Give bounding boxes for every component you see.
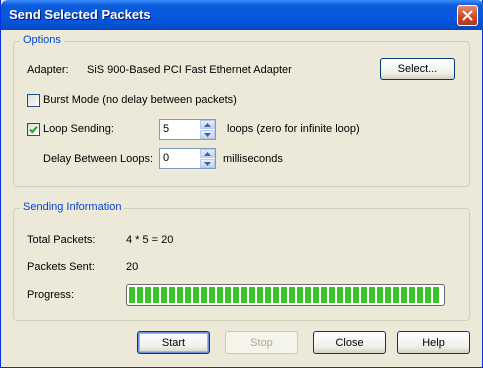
burst-mode-label[interactable]: Burst Mode (no delay between packets) — [43, 94, 237, 106]
delay-label: Delay Between Loops: — [43, 153, 154, 165]
title-bar: Send Selected Packets — [1, 0, 483, 30]
arrow-up-icon — [204, 151, 211, 156]
window-title: Send Selected Packets — [9, 7, 151, 22]
progress-segment — [393, 287, 399, 303]
loop-sending-checkbox[interactable] — [27, 123, 40, 136]
options-legend: Options — [20, 34, 64, 46]
help-button[interactable]: Help — [397, 331, 470, 354]
progress-segment — [345, 287, 351, 303]
progress-segment — [249, 287, 255, 303]
progress-fill — [129, 287, 439, 303]
arrow-up-icon — [204, 122, 211, 127]
progress-segment — [297, 287, 303, 303]
packets-sent-label: Packets Sent: — [27, 261, 95, 273]
progress-segment — [385, 287, 391, 303]
progress-segment — [369, 287, 375, 303]
loop-sending-label[interactable]: Loop Sending: — [43, 123, 114, 135]
progress-segment — [161, 287, 167, 303]
progress-segment — [129, 287, 135, 303]
progress-segment — [377, 287, 383, 303]
progress-segment — [153, 287, 159, 303]
close-icon — [462, 10, 473, 21]
adapter-label: Adapter: — [27, 64, 69, 76]
total-packets-label: Total Packets: — [27, 234, 96, 246]
progress-segment — [409, 287, 415, 303]
arrow-down-icon — [204, 161, 211, 166]
stop-button[interactable]: Stop — [225, 331, 298, 354]
progress-bar — [126, 284, 445, 306]
progress-segment — [225, 287, 231, 303]
progress-segment — [273, 287, 279, 303]
progress-segment — [137, 287, 143, 303]
loops-suffix-label: loops (zero for infinite loop) — [227, 123, 360, 135]
progress-label: Progress: — [27, 289, 75, 301]
progress-segment — [425, 287, 431, 303]
adapter-value: SiS 900-Based PCI Fast Ethernet Adapter — [87, 64, 292, 76]
delay-value: 0 — [163, 152, 170, 164]
progress-segment — [281, 287, 287, 303]
progress-segment — [185, 287, 191, 303]
delay-down-button[interactable] — [200, 159, 215, 168]
delay-up-button[interactable] — [200, 149, 215, 158]
progress-segment — [177, 287, 183, 303]
sending-info-legend: Sending Information — [20, 201, 125, 213]
progress-segment — [305, 287, 311, 303]
select-adapter-button[interactable]: Select... — [380, 58, 455, 80]
loop-count-down-button[interactable] — [200, 130, 215, 139]
progress-segment — [265, 287, 271, 303]
progress-segment — [145, 287, 151, 303]
progress-segment — [353, 287, 359, 303]
send-packets-dialog: Send Selected Packets Options Adapter: S… — [0, 0, 483, 368]
loop-count-up-button[interactable] — [200, 120, 215, 129]
burst-mode-checkbox[interactable] — [27, 94, 40, 107]
window-close-button[interactable] — [457, 5, 478, 26]
progress-segment — [401, 287, 407, 303]
progress-segment — [361, 287, 367, 303]
checkmark-icon — [29, 126, 38, 134]
progress-segment — [201, 287, 207, 303]
progress-segment — [193, 287, 199, 303]
delay-stepper[interactable]: 0 — [159, 148, 216, 169]
progress-segment — [217, 287, 223, 303]
progress-segment — [321, 287, 327, 303]
progress-segment — [329, 287, 335, 303]
progress-segment — [417, 287, 423, 303]
progress-segment — [209, 287, 215, 303]
loop-count-stepper[interactable]: 5 — [159, 119, 216, 140]
progress-segment — [233, 287, 239, 303]
progress-segment — [257, 287, 263, 303]
arrow-down-icon — [204, 132, 211, 137]
progress-segment — [313, 287, 319, 303]
progress-segment — [169, 287, 175, 303]
total-packets-value: 4 * 5 = 20 — [126, 234, 174, 246]
delay-suffix-label: milliseconds — [223, 153, 283, 165]
progress-segment — [337, 287, 343, 303]
close-button[interactable]: Close — [313, 331, 386, 354]
packets-sent-value: 20 — [126, 261, 139, 273]
progress-segment — [241, 287, 247, 303]
loop-count-value: 5 — [163, 123, 170, 135]
progress-segment — [289, 287, 295, 303]
progress-segment — [433, 287, 439, 303]
start-button[interactable]: Start — [137, 331, 210, 354]
